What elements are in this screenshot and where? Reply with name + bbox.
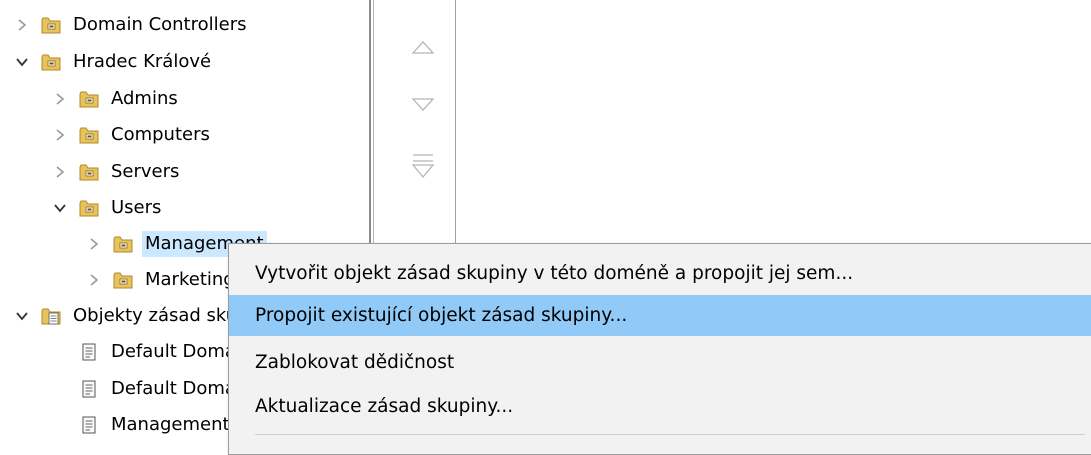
gpo-container-icon [41, 308, 61, 325]
context-menu: Vytvořit objekt zásad skupiny v této dom… [228, 243, 1091, 455]
tree-item-users[interactable]: Users [50, 190, 164, 226]
chevron-right-icon[interactable] [50, 125, 70, 145]
tree-item-label: Admins [111, 88, 178, 109]
menu-item-label: Zablokovat dědičnost [255, 352, 455, 373]
menu-item-block-inheritance[interactable]: Zablokovat dědičnost [229, 342, 1091, 383]
menu-separator [255, 434, 1085, 435]
chevron-right-icon[interactable] [84, 270, 104, 290]
ou-folder-icon [41, 54, 61, 71]
tree-item-admins[interactable]: Admins [50, 81, 181, 117]
tree-item-label: Servers [111, 161, 180, 182]
tree-item-label: Computers [111, 124, 210, 145]
menu-item-group-policy-update[interactable]: Aktualizace zásad skupiny... [229, 386, 1091, 427]
menu-item-create-and-link-gpo[interactable]: Vytvořit objekt zásad skupiny v této dom… [229, 253, 1091, 294]
tree-item-hradec-kralove[interactable]: Hradec Králové [12, 44, 214, 80]
tree-item-gpo[interactable]: Default Domain [50, 334, 255, 370]
chevron-right-icon[interactable] [50, 162, 70, 182]
chevron-right-icon[interactable] [84, 234, 104, 254]
chevron-right-icon[interactable] [12, 15, 32, 35]
move-to-bottom-icon[interactable] [411, 152, 435, 180]
tree-item-marketing[interactable]: Marketing [84, 262, 238, 298]
tree-item-label: Domain Controllers [73, 14, 247, 35]
tree-item-label: Marketing [145, 269, 235, 290]
menu-item-label: Vytvořit objekt zásad skupiny v této dom… [255, 263, 854, 284]
menu-item-link-existing-gpo[interactable]: Propojit existující objekt zásad skupiny… [229, 295, 1091, 336]
gpo-icon [82, 380, 96, 398]
gpo-icon [82, 416, 96, 434]
ou-folder-icon [113, 236, 133, 253]
chevron-down-icon[interactable] [50, 198, 70, 218]
move-down-icon[interactable] [411, 96, 435, 114]
ou-folder-icon [79, 91, 99, 108]
tree-item-gpo[interactable]: Default Domain [50, 371, 255, 407]
gpo-icon [82, 343, 96, 361]
ou-folder-icon [113, 272, 133, 289]
chevron-down-icon[interactable] [12, 306, 32, 326]
ou-folder-icon [41, 17, 61, 34]
tree-item-label: Users [111, 197, 162, 218]
menu-item-label: Aktualizace zásad skupiny... [255, 396, 514, 417]
move-up-icon[interactable] [411, 38, 435, 56]
ou-folder-icon [79, 164, 99, 181]
chevron-right-icon[interactable] [50, 89, 70, 109]
tree-item-domain-controllers[interactable]: Domain Controllers [12, 7, 250, 43]
ou-folder-icon [79, 200, 99, 217]
ou-folder-icon [79, 127, 99, 144]
tree-item-computers[interactable]: Computers [50, 117, 213, 153]
chevron-down-icon[interactable] [12, 52, 32, 72]
menu-item-label: Propojit existující objekt zásad skupiny… [255, 305, 628, 326]
tree-item-label: Hradec Králové [73, 51, 212, 72]
tree-item-servers[interactable]: Servers [50, 154, 182, 190]
tree-item-gpo-container[interactable]: Objekty zásad skupi [12, 298, 257, 334]
